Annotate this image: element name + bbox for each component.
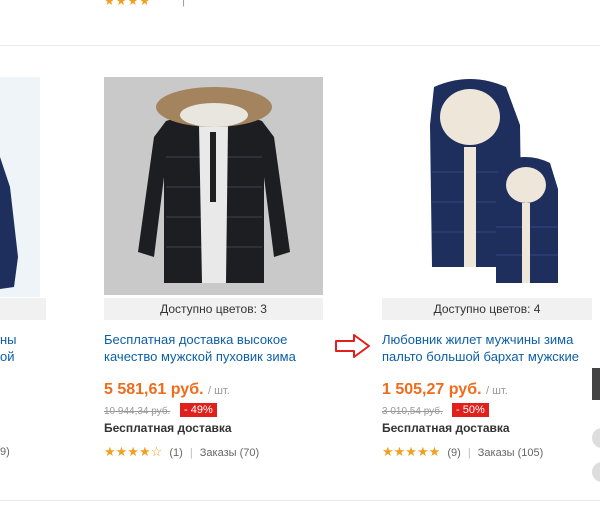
reviews-count[interactable]: (9) <box>443 447 460 459</box>
product-title-link[interactable]: Бесплатная доставка высокое качество муж… <box>104 331 324 367</box>
side-float-button[interactable] <box>592 462 600 482</box>
orders-count[interactable]: Заказы (105) <box>478 447 544 459</box>
product-price: 5 581,61 руб. / шт. <box>104 381 230 399</box>
previous-rating-meta: | <box>182 0 186 7</box>
price-value: 5 581,61 руб. <box>104 381 204 398</box>
free-shipping-label: Бесплатная доставка <box>382 421 510 435</box>
rating-row: ★★★★☆ (1) | Заказы (70) <box>104 444 259 460</box>
colors-available-bar: Доступно цветов: 3 <box>104 298 323 320</box>
old-price: 10 944,34 руб. <box>104 406 171 417</box>
price-value: 1 505,27 руб. <box>382 381 482 398</box>
rating-stars-icon: ★★★★☆ <box>104 444 163 459</box>
price-unit: / шт. <box>485 385 508 397</box>
colors-available-bar-partial <box>0 298 46 320</box>
rating-stars-icon: ★★★★★ <box>382 444 441 459</box>
side-float-button[interactable] <box>592 428 600 448</box>
discount-badge: - 50% <box>452 403 489 417</box>
rating-row: ★★★★★ (9) | Заказы (105) <box>382 444 543 460</box>
row-divider <box>0 45 600 46</box>
previous-row-strip: ★★★★ | <box>0 0 600 14</box>
product-title-link[interactable]: Любовник жилет мужчины зима пальто больш… <box>382 331 592 367</box>
product-image-partial[interactable] <box>0 77 40 297</box>
colors-available-bar: Доступно цветов: 4 <box>382 298 592 320</box>
reviews-count[interactable]: (1) <box>165 447 182 459</box>
previous-rating-stars: ★★★★ <box>104 0 152 8</box>
pointer-arrow-icon <box>334 333 372 364</box>
rating-partial: 9) <box>0 446 10 458</box>
old-price: 3 010,54 руб. <box>382 406 443 417</box>
separator: | <box>467 447 471 459</box>
separator: | <box>189 447 193 459</box>
row-divider-bottom <box>0 500 600 501</box>
free-shipping-label: Бесплатная доставка <box>104 421 232 435</box>
product-price: 1 505,27 руб. / шт. <box>382 381 508 399</box>
product-title-partial[interactable]: ны ой <box>0 331 17 365</box>
side-panel-handle[interactable] <box>592 368 600 400</box>
price-unit: / шт. <box>207 385 230 397</box>
product-image-vest[interactable] <box>382 77 592 295</box>
discount-badge: - 49% <box>180 403 217 417</box>
product-image-jacket[interactable] <box>104 77 323 295</box>
orders-count[interactable]: Заказы (70) <box>200 447 259 459</box>
